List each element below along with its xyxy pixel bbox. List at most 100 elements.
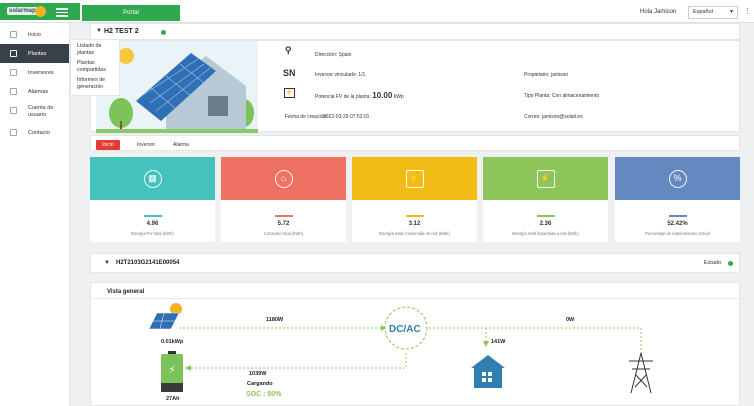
logo[interactable]: solarmap	[7, 7, 38, 15]
tile-label: Energía total importada a red (kWh)	[512, 230, 579, 236]
tile-header: %	[615, 157, 740, 200]
sun-logo-icon	[35, 6, 46, 17]
tab-inversor[interactable]: Inversor	[131, 140, 161, 150]
language-value: Español	[693, 9, 713, 15]
inverter-linked-label: Inversor vinculado: 1/1	[315, 72, 366, 78]
device-bar: ▼ H2T2103G2141E00054 Estado	[90, 253, 740, 273]
solar-panel-icon	[148, 303, 182, 330]
energy-flow-diagram: ⚡	[148, 303, 653, 394]
collapse-arrow-icon[interactable]: ▼	[96, 28, 102, 34]
plant-type-label: Tipo Planta: Con almacenamiento	[524, 93, 600, 99]
language-select[interactable]: Español ▼	[688, 6, 738, 19]
tile-accent-bar	[274, 215, 293, 217]
plant-name: H2 TEST 2	[104, 28, 139, 35]
tab-portal[interactable]: Portal	[82, 5, 180, 21]
tower-icon: ⚡	[405, 169, 424, 188]
tile-self-consumption: % 52.42% Porcentaje de autoconsumo actua…	[615, 157, 740, 242]
svg-text:⚡: ⚡	[168, 365, 175, 376]
sidebar: Inicio Plantas Inversores Alarmas Cuenta…	[0, 23, 70, 406]
chevron-down-icon: ▼	[729, 9, 734, 15]
tile-header: ⚡	[483, 157, 608, 200]
pv-power-value: 10.00	[372, 91, 393, 100]
battery-soc: SOC : 80%	[246, 391, 282, 398]
inverter-icon	[10, 69, 17, 76]
tile-value: 5.72	[277, 220, 290, 227]
submenu-item-informes[interactable]: Informes de generación	[71, 76, 119, 93]
battery-icon: ⚡	[161, 351, 183, 392]
creation-date-value: 2022-03-29 07:52:01	[323, 114, 370, 120]
tile-grid-imported: ⚡ 2.36 Energía total importada a red (kW…	[483, 157, 608, 242]
battery-capacity: 27Ah	[166, 396, 180, 402]
alarm-icon	[10, 88, 17, 95]
house-power-icon: ⌂	[274, 169, 293, 188]
tile-value: 4.96	[146, 220, 159, 227]
sidebar-item-plantas[interactable]: Plantas	[0, 44, 69, 63]
tile-label: Energía total consumida de red (kWh)	[379, 230, 450, 236]
sidebar-item-cuenta[interactable]: Cuenta de usuario	[0, 101, 69, 123]
sidebar-item-label: Cuenta de usuario	[28, 105, 54, 118]
sidebar-item-label: Inicio	[28, 31, 41, 38]
plantas-submenu: Listado de plantas Plantas compartidas I…	[70, 39, 120, 96]
overview-panel: Vista general ⚡ 0.01kWp 1180W DC/AC 0W 1…	[90, 282, 741, 406]
tile-accent-bar	[405, 215, 424, 217]
sn-icon: SN	[283, 68, 296, 78]
tab-bar: Inicio Inversor Alarma	[90, 135, 740, 151]
tile-value: 52.42%	[667, 220, 688, 227]
estado-status-dot	[728, 261, 733, 266]
plant-info-card: ⚲ Dirección: Spain SN Inversor vinculado…	[90, 40, 740, 133]
location-pin-icon: ⚲	[285, 45, 292, 55]
email-label: Correo: jamison@solati.es	[524, 114, 583, 120]
grid-flow-value: 0W	[566, 317, 575, 323]
tab-alarma[interactable]: Alarma	[167, 140, 195, 150]
tile-pv-energy: ▦ 4.96 Energía FV total (kWh)	[90, 157, 215, 242]
menu-toggle-icon[interactable]	[56, 6, 68, 17]
more-vertical-icon[interactable]: ⋮	[744, 7, 751, 15]
plant-status-dot	[161, 30, 166, 35]
home-icon	[10, 31, 17, 38]
tile-header: ⚡	[352, 157, 477, 200]
tile-value: 3.12	[408, 220, 421, 227]
house-solar-illustration	[96, 41, 258, 133]
sidebar-item-label: Contacto	[28, 129, 51, 136]
device-serial: H2T2103G2141E00054	[116, 260, 180, 266]
pv-power-label: Potencia FV de la planta:	[315, 94, 371, 100]
collapse-arrow-icon[interactable]: ▼	[104, 260, 110, 266]
sidebar-item-label: Plantas	[28, 50, 47, 57]
plant-icon	[10, 50, 17, 57]
creation-date-label: Fecha de creación:	[285, 114, 328, 120]
plant-header: ▼ H2 TEST 2	[90, 23, 740, 40]
tile-value: 2.36	[539, 220, 552, 227]
battery-status: Cargando	[247, 381, 273, 387]
pv-power-row: Potencia FV de la planta: 10.00 kWp	[315, 91, 404, 100]
tile-header: ▦	[90, 157, 215, 200]
solar-panel-icon: ▦	[143, 169, 162, 188]
contact-icon	[10, 129, 17, 136]
sidebar-item-contacto[interactable]: Contacto	[0, 123, 69, 142]
sidebar-item-alarmas[interactable]: Alarmas	[0, 82, 69, 101]
pv-power-unit: kWp	[393, 94, 404, 100]
tile-grid-consumed: ⚡ 3.12 Energía total consumida de red (k…	[352, 157, 477, 242]
address-label: Dirección: Spain	[315, 52, 352, 58]
tile-label: Porcentaje de autoconsumo actual	[645, 230, 710, 236]
user-icon	[10, 107, 17, 114]
submenu-item-listado[interactable]: Listado de plantas	[71, 42, 119, 59]
brand-header: solarmap	[0, 3, 80, 20]
estado-label: Estado	[703, 260, 721, 266]
sidebar-item-label: Alarmas	[28, 88, 49, 95]
stats-tiles: ▦ 4.96 Energía FV total (kWh) ⌂ 5.72 Con…	[90, 157, 740, 242]
load-power-value: 141W	[491, 339, 506, 345]
tab-inicio[interactable]: Inicio	[96, 140, 120, 150]
tile-consumption: ⌂ 5.72 Consumo total (kWh)	[221, 157, 346, 242]
house-icon	[471, 355, 505, 388]
user-greeting[interactable]: Hola Jamison	[640, 9, 676, 15]
pv-flow-value: 1180W	[266, 317, 284, 323]
sidebar-item-inversores[interactable]: Inversores	[0, 63, 69, 82]
owner-label: Propietario: jamison	[524, 72, 569, 78]
submenu-item-compartidas[interactable]: Plantas compartidas	[71, 59, 119, 76]
tile-accent-bar	[143, 215, 162, 217]
tile-accent-bar	[536, 215, 555, 217]
inverter-label: DC/AC	[389, 324, 421, 335]
sidebar-item-label: Inversores	[28, 69, 54, 76]
sidebar-item-inicio[interactable]: Inicio	[0, 25, 69, 44]
tower-import-icon: ⚡	[536, 169, 555, 188]
